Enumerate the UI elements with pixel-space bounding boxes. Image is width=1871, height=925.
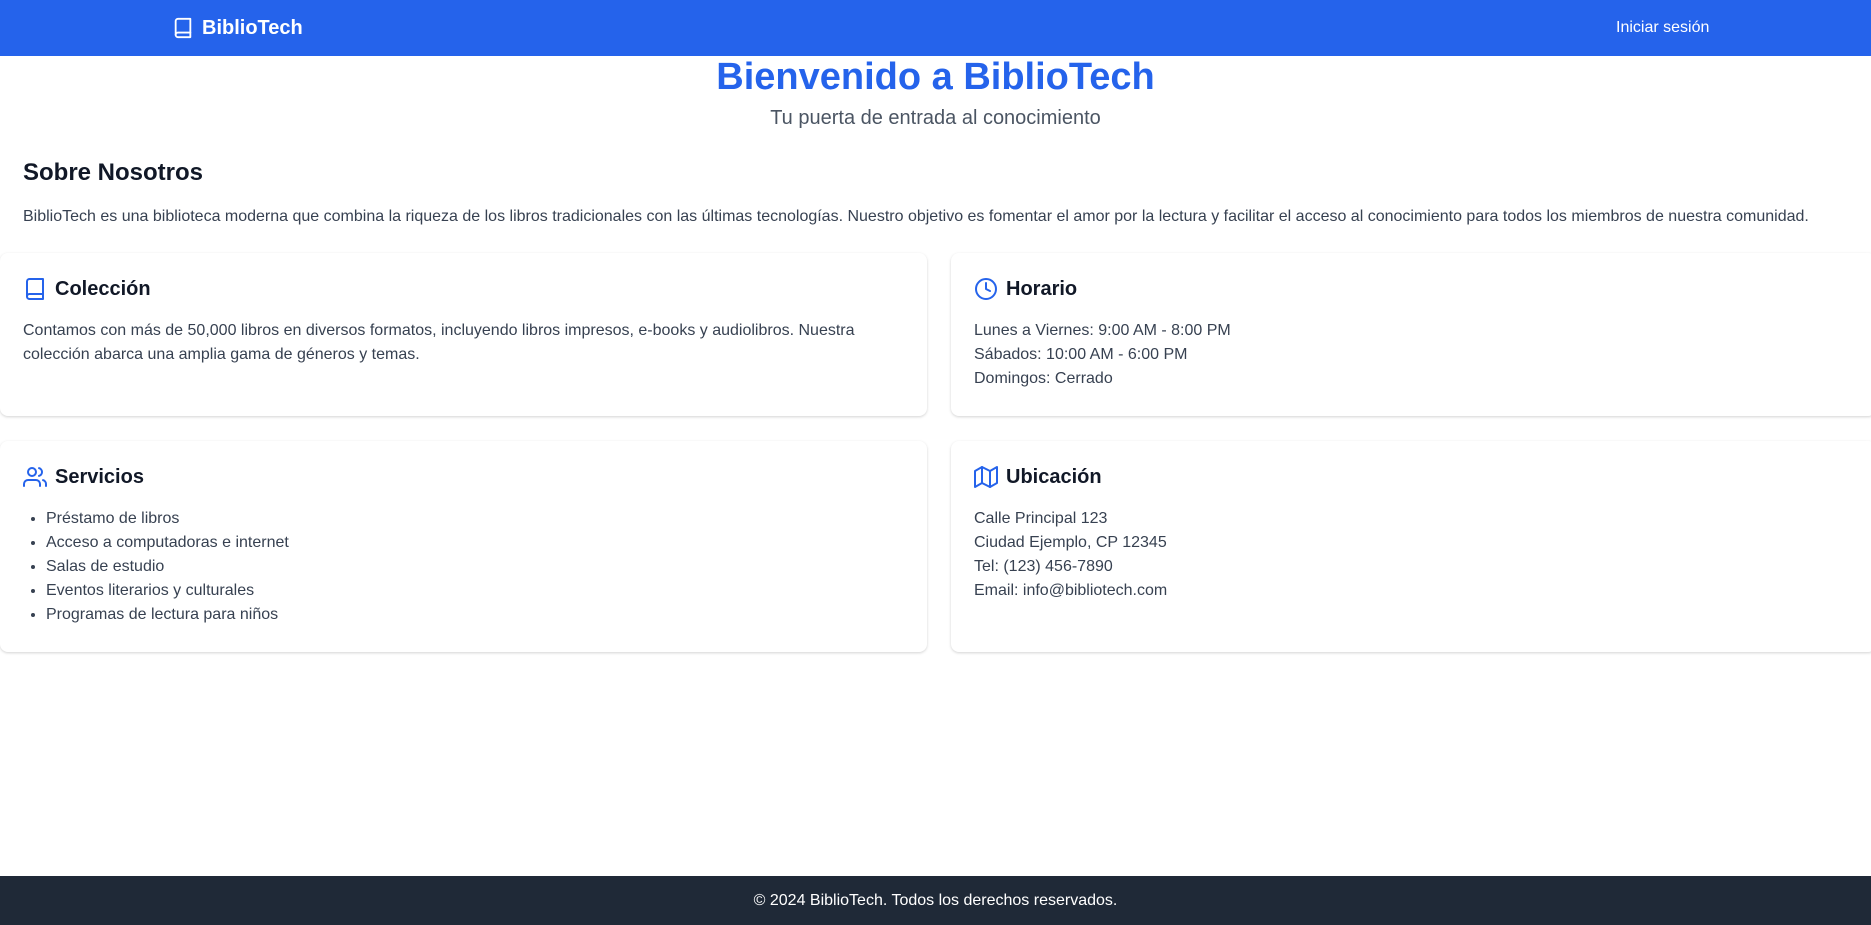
horario-line: Sábados: 10:00 AM - 6:00 PM	[974, 346, 1188, 363]
card-servicios-title: Servicios	[55, 465, 144, 488]
horario-line: Lunes a Viernes: 9:00 AM - 8:00 PM	[974, 322, 1231, 339]
card-servicios-body: Préstamo de libros Acceso a computadoras…	[23, 507, 289, 627]
card-coleccion: Colección Contamos con más de 50,000 lib…	[0, 253, 927, 416]
card-coleccion-text: Contamos con más de 50,000 libros en div…	[23, 322, 855, 363]
hero-subtitle: Tu puerta de entrada al conocimiento	[770, 107, 1101, 129]
card-horario-body: Lunes a Viernes: 9:00 AM - 8:00 PM Sábad…	[974, 319, 1231, 391]
login-link[interactable]: Iniciar sesión	[1616, 0, 1709, 56]
card-servicios-header: Servicios	[23, 465, 144, 489]
servicio-item: Salas de estudio	[46, 555, 289, 579]
about-text: BiblioTech es una biblioteca moderna que…	[23, 208, 1809, 225]
book-icon	[174, 17, 192, 39]
servicio-item: Acceso a computadoras e internet	[46, 531, 289, 555]
about-title: Sobre Nosotros	[23, 159, 204, 186]
brand-name: BiblioTech	[202, 16, 303, 39]
clock-icon	[975, 278, 997, 300]
ubicacion-line: Tel: (123) 456-7890	[974, 558, 1113, 575]
users-icon	[23, 467, 47, 487]
servicio-item: Préstamo de libros	[46, 507, 289, 531]
card-horario-header: Horario	[974, 277, 1077, 301]
navbar: BiblioTech Iniciar sesión	[0, 0, 1871, 56]
card-ubicacion-title: Ubicación	[1006, 465, 1102, 488]
ubicacion-line: Ciudad Ejemplo, CP 12345	[974, 534, 1167, 551]
servicio-item: Programas de lectura para niños	[46, 603, 289, 627]
ubicacion-line: Calle Principal 123	[974, 510, 1108, 527]
card-coleccion-title: Colección	[55, 277, 151, 300]
hero-title: Bienvenido a BiblioTech	[716, 56, 1155, 98]
card-ubicacion: Ubicación Calle Principal 123 Ciudad Eje…	[951, 441, 1871, 652]
map-icon	[974, 466, 998, 488]
servicios-list: Préstamo de libros Acceso a computadoras…	[23, 507, 289, 627]
ubicacion-email[interactable]: Email: info@bibliotech.com	[974, 579, 1167, 603]
card-ubicacion-body: Calle Principal 123 Ciudad Ejemplo, CP 1…	[974, 507, 1167, 603]
card-ubicacion-header: Ubicación	[974, 465, 1102, 489]
card-horario-title: Horario	[1006, 277, 1078, 300]
brand-link[interactable]: BiblioTech	[172, 0, 303, 56]
card-horario: Horario Lunes a Viernes: 9:00 AM - 8:00 …	[951, 253, 1871, 416]
card-coleccion-header: Colección	[23, 277, 151, 301]
footer: © 2024 BiblioTech. Todos los derechos re…	[0, 876, 1871, 925]
book-icon	[26, 278, 44, 300]
footer-text: © 2024 BiblioTech. Todos los derechos re…	[753, 891, 1118, 909]
servicio-item: Eventos literarios y culturales	[46, 579, 289, 603]
horario-line: Domingos: Cerrado	[974, 370, 1113, 387]
card-servicios: Servicios Préstamo de libros Acceso a co…	[0, 441, 927, 652]
